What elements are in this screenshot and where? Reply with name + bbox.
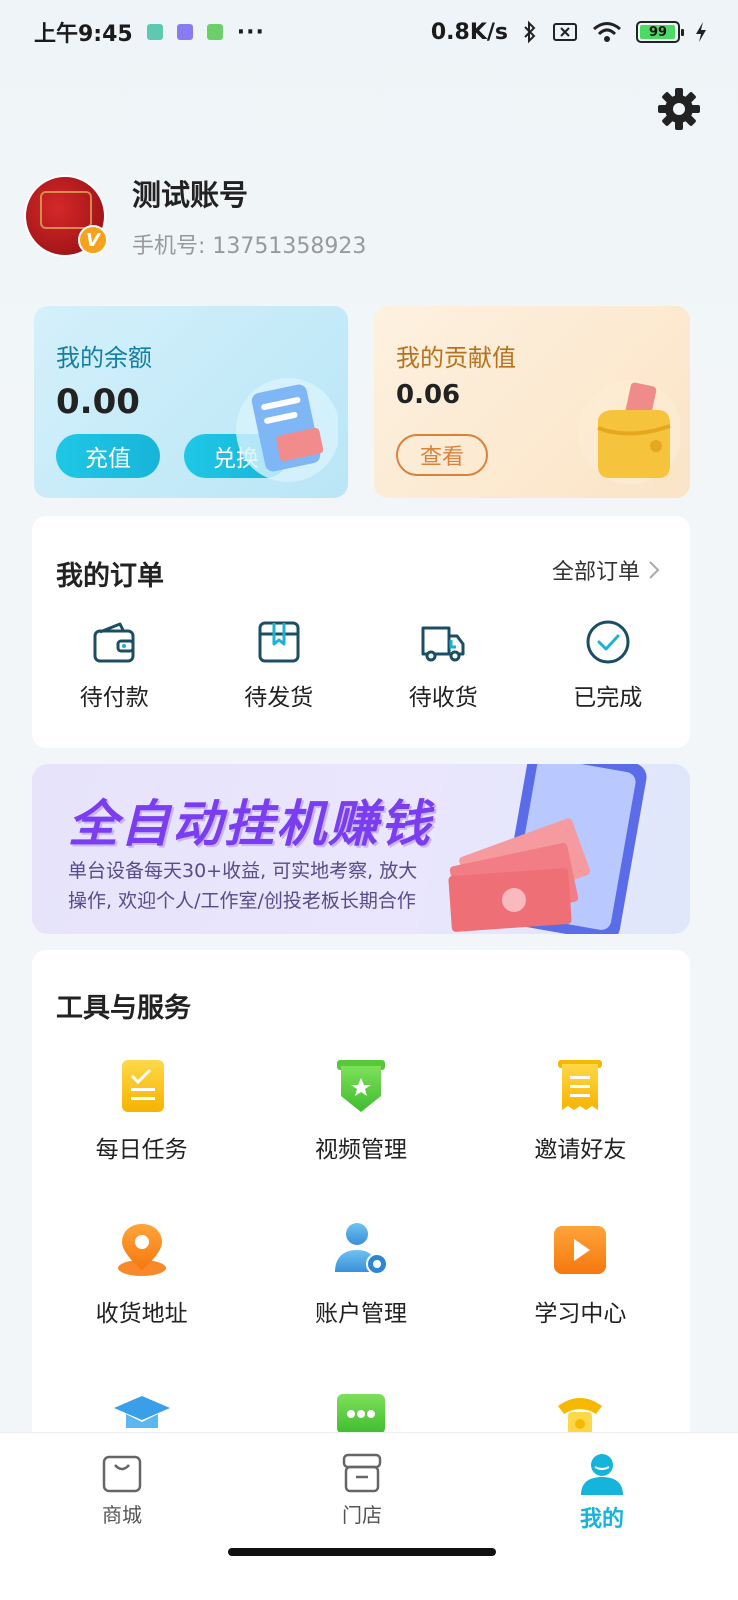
status-time: 上午9:45 (34, 22, 133, 47)
balance-card[interactable]: 我的余额 0.00 充值 兑换 (34, 306, 348, 498)
money-phone-illustration-icon (448, 764, 647, 934)
order-pending-shipment[interactable]: 待发货 (197, 618, 362, 712)
charging-icon (696, 22, 706, 42)
star-shield-icon (336, 1060, 385, 1112)
profile-header[interactable]: V 测试账号 手机号: 13751358923 (24, 172, 366, 260)
order-completed-label: 已完成 (573, 685, 643, 711)
home-indicator[interactable] (228, 1548, 496, 1556)
wallet-illustration-icon (578, 380, 680, 484)
tool-learning-center[interactable]: 学习中心 (471, 1220, 690, 1328)
order-pending-payment-label: 待付款 (79, 685, 149, 711)
contribution-title: 我的贡献值 (396, 344, 516, 372)
profile-info: 测试账号 手机号: 13751358923 (132, 172, 366, 260)
promo-banner[interactable]: 全自动挂机赚钱 单台设备每天30+收益, 可实地考察, 放大 操作, 欢迎个人/… (32, 764, 690, 934)
view-button[interactable]: 查看 (396, 434, 488, 476)
play-icon (554, 1226, 607, 1274)
banner-title: 全自动挂机赚钱 (68, 795, 432, 853)
clipboard-icon (121, 1060, 164, 1112)
order-completed[interactable]: 已完成 (526, 618, 691, 712)
all-orders-link[interactable]: 全部订单 (552, 554, 660, 586)
verified-badge: V (78, 225, 108, 255)
chevron-right-icon (649, 561, 660, 579)
tool-video-management[interactable]: 视频管理 (251, 1056, 470, 1164)
tab-store[interactable]: 门店 (302, 1451, 422, 1528)
tool-account-management-label: 账户管理 (314, 1301, 407, 1327)
order-pending-receipt-label: 待收货 (408, 685, 478, 711)
banner-line-2: 操作, 欢迎个人/工作室/创投老板长期合作 (68, 890, 416, 912)
shield-notification-icon (146, 24, 163, 40)
user-gear-icon (334, 1223, 388, 1275)
bluetooth-icon (524, 20, 536, 44)
profile-name: 测试账号 (132, 178, 249, 212)
tool-shipping-address-label: 收货地址 (95, 1301, 188, 1327)
tools-section: 工具与服务 每日任务 视频管理 邀请好友 收货地址 账户管理 学习中心 (32, 950, 690, 1470)
contribution-value: 0.06 (396, 380, 461, 410)
order-pending-shipment-label: 待发货 (244, 685, 314, 711)
balance-value: 0.00 (56, 382, 140, 422)
battery-level: 99 (648, 24, 668, 40)
tool-daily-tasks[interactable]: 每日任务 (32, 1056, 251, 1164)
orders-title: 我的订单 (56, 561, 164, 592)
battery-icon: 99 (636, 21, 684, 43)
tool-learning-center-label: 学习中心 (534, 1301, 627, 1327)
order-status-list: 待付款 待发货 待收货 已完成 (32, 618, 690, 712)
tool-shipping-address[interactable]: 收货地址 (32, 1220, 251, 1328)
tab-shop[interactable]: 商城 (62, 1451, 182, 1528)
tab-shop-label: 商城 (102, 1503, 142, 1527)
balance-title: 我的余额 (56, 344, 152, 372)
tools-title: 工具与服务 (56, 993, 191, 1024)
status-right: 0.8K/s 99 (431, 20, 708, 45)
banner-subtitle: 单台设备每天30+收益, 可实地考察, 放大 操作, 欢迎个人/工作室/创投老板… (68, 856, 417, 916)
package-icon (258, 621, 300, 663)
android-notification-icon (206, 24, 223, 40)
tool-account-management[interactable]: 账户管理 (251, 1220, 470, 1328)
avatar[interactable]: V (24, 175, 108, 257)
order-pending-payment[interactable]: 待付款 (32, 618, 197, 712)
orders-section: 我的订单 全部订单 待付款 待发货 待收货 已完成 (32, 516, 690, 748)
network-speed: 0.8K/s (430, 19, 508, 45)
wifi-icon (593, 22, 621, 42)
contribution-card[interactable]: 我的贡献值 0.06 查看 (374, 306, 690, 498)
receipt-icon (558, 1060, 603, 1110)
tab-mine[interactable]: 我的 (542, 1451, 662, 1533)
bottom-tab-bar: 商城 门店 我的 (0, 1432, 738, 1600)
profile-phone: 手机号: 13751358923 (132, 234, 367, 259)
delivery-truck-icon (421, 626, 465, 662)
bill-illustration-icon (236, 378, 338, 482)
app-notification-icon (176, 24, 193, 40)
tool-invite-friends[interactable]: 邀请好友 (471, 1056, 690, 1164)
tool-daily-tasks-label: 每日任务 (95, 1137, 188, 1163)
status-left: 上午9:45 ··· (34, 16, 265, 48)
user-profile-icon (581, 1454, 623, 1495)
status-bar: 上午9:45 ··· 0.8K/s 99 (0, 0, 738, 64)
tool-invite-friends-label: 邀请好友 (534, 1137, 627, 1163)
order-pending-receipt[interactable]: 待收货 (361, 618, 526, 712)
avatar-decoration (40, 191, 92, 229)
shopping-bag-icon (102, 1455, 142, 1493)
tools-grid: 每日任务 视频管理 邀请好友 收货地址 账户管理 学习中心 (32, 1056, 690, 1444)
tab-store-label: 门店 (342, 1503, 382, 1527)
location-pin-icon (117, 1224, 166, 1276)
check-circle-icon (586, 620, 630, 664)
more-notifications-icon: ··· (236, 19, 265, 45)
tool-video-management-label: 视频管理 (314, 1137, 407, 1163)
no-sim-icon (553, 23, 577, 41)
settings-button[interactable] (656, 86, 702, 132)
wallet-icon (93, 622, 135, 663)
storefront-icon (342, 1453, 382, 1493)
recharge-button[interactable]: 充值 (56, 434, 160, 478)
gear-icon (658, 88, 700, 130)
banner-line-1: 单台设备每天30+收益, 可实地考察, 放大 (68, 860, 418, 882)
all-orders-label: 全部订单 (551, 560, 640, 585)
tab-mine-label: 我的 (579, 1507, 624, 1532)
